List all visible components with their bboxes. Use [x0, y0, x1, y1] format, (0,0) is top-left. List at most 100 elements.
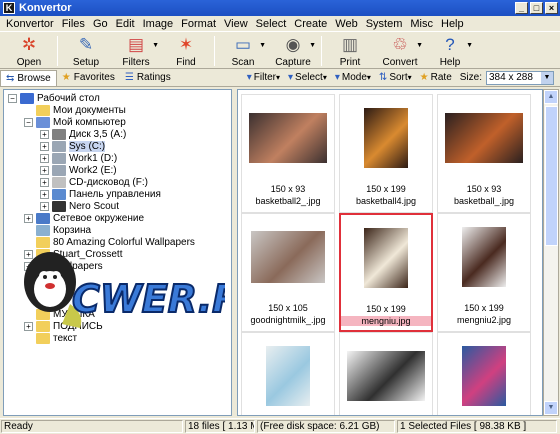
tree-node-label: Sys (C:) [69, 141, 106, 152]
thumbnail-filename: goodnightmilk_.jpg [250, 315, 326, 325]
thumbnail[interactable] [339, 332, 433, 415]
toolbar-convert-button[interactable]: ♲ Convert ▼ [375, 32, 425, 69]
toolbar-filters-button[interactable]: ▤ Filters ▼ [111, 32, 161, 69]
expand-icon[interactable]: + [24, 322, 33, 331]
menu-item-system[interactable]: System [362, 18, 407, 30]
scroll-thumb[interactable] [545, 106, 558, 246]
status-bar: Ready 18 files [ 1.13 MB ] (Free disk sp… [0, 418, 560, 434]
menu-item-format[interactable]: Format [177, 18, 220, 30]
drive-icon [52, 153, 66, 164]
menu-item-go[interactable]: Go [89, 18, 112, 30]
tree-node-label: 80 Amazing Colorful Wallpapers [53, 237, 195, 248]
thumbnail[interactable]: 150 x 199 mengniu2.jpg [437, 213, 531, 332]
thumbnail[interactable]: 150 x 199 mengniu.jpg [339, 213, 433, 332]
tab-browse[interactable]: ⇆ Browse [0, 69, 57, 86]
filter-icon: ▾ [246, 72, 252, 83]
menu-item-misc[interactable]: Misc [406, 18, 437, 30]
menu-item-help[interactable]: Help [437, 18, 468, 30]
thumbnail-image-area [340, 333, 432, 415]
tree-node-label: Wallpapers [53, 261, 103, 272]
thumbnail-image-area [341, 215, 431, 300]
scroll-down-arrow-icon[interactable]: ▼ [544, 401, 558, 415]
thumbnail-grid[interactable]: 150 x 93 basketball2_.jpg 150 x 199 basketb… [237, 89, 543, 416]
toolbar-capture-button[interactable]: ◉ Capture ▼ [268, 32, 318, 69]
chevron-down-icon[interactable]: ▼ [541, 71, 553, 84]
chevron-down-icon[interactable]: ▾ [408, 73, 412, 82]
chevron-down-icon[interactable]: ▼ [259, 42, 266, 49]
size-select[interactable]: 384 x 288 ▼ [486, 70, 554, 85]
collapse-icon[interactable]: − [24, 118, 33, 127]
menu-item-select[interactable]: Select [252, 18, 291, 30]
thumbnail[interactable]: 150 x 105 goodnightmilk_.jpg [241, 213, 335, 332]
toolbar-print-button[interactable]: ▥ Print [325, 32, 375, 69]
folder-icon [36, 105, 50, 116]
button-label: Mode [341, 72, 367, 83]
tab-favorites[interactable]: ★ Favorites [57, 70, 120, 86]
chevron-down-icon[interactable]: ▾ [323, 73, 327, 82]
toolbar-setup-button[interactable]: ✎ Setup [61, 32, 111, 69]
camera-icon: ◉ [285, 35, 301, 54]
close-button[interactable]: × [545, 2, 558, 14]
status-selected: 1 Selected Files [ 98.38 KB ] [397, 420, 557, 433]
maximize-button[interactable]: □ [530, 2, 543, 14]
scanner-icon: ▭ [234, 35, 252, 54]
menu-item-edit[interactable]: Edit [112, 18, 139, 30]
tab-ratings[interactable]: ☰ Ratings [120, 70, 176, 86]
expand-icon[interactable]: + [24, 262, 33, 271]
thumbnail[interactable]: 150 x 93 basketball2_.jpg [241, 94, 335, 213]
collapse-icon[interactable]: − [8, 94, 17, 103]
expand-icon[interactable]: + [40, 178, 49, 187]
chevron-down-icon[interactable]: ▼ [416, 42, 423, 49]
folder-tree[interactable]: − Рабочий стол Мои документы − Мой компьютер… [3, 89, 232, 416]
rate-icon: ★ [419, 72, 429, 83]
select-button[interactable]: ▾ Select ▾ [284, 72, 331, 83]
thumbnail-image [266, 345, 310, 406]
sort-icon: ⇅ [378, 72, 388, 83]
chevron-down-icon[interactable]: ▼ [152, 42, 159, 49]
toolbar-open-button[interactable]: ✲ Open [4, 32, 54, 69]
folder-icon [36, 285, 50, 296]
menu-bar: Konvertor Files Go Edit Image Format View Selec… [0, 16, 560, 31]
tab-label: Browse [17, 72, 51, 84]
toolbar-find-button[interactable]: ✶ Find [161, 32, 211, 69]
sort-button[interactable]: ⇅ Sort ▾ [375, 72, 416, 83]
find-icon: ✶ [178, 35, 194, 54]
thumbnail-dimensions: 150 x 199 [366, 304, 406, 314]
expand-icon[interactable]: + [24, 250, 33, 259]
rate-button[interactable]: ★ Rate [416, 72, 456, 83]
menu-item-create[interactable]: Create [290, 18, 331, 30]
tree-node[interactable]: текст [24, 332, 77, 345]
chevron-down-icon[interactable]: ▼ [309, 42, 316, 49]
mode-button[interactable]: ▾ Mode ▾ [331, 72, 375, 83]
thumbnail[interactable] [241, 332, 335, 415]
expand-icon[interactable]: + [40, 130, 49, 139]
menu-item-image[interactable]: Image [139, 18, 178, 30]
toolbar-label: Setup [72, 57, 100, 68]
chevron-down-icon[interactable]: ▾ [367, 73, 371, 82]
vertical-scrollbar[interactable]: ▲ ▼ [543, 89, 559, 416]
filter-button[interactable]: ▾ Filter ▾ [243, 72, 284, 83]
toolbar-scan-button[interactable]: ▭ Scan ▼ [218, 32, 268, 69]
menu-item-web[interactable]: Web [331, 18, 361, 30]
expand-icon[interactable]: + [24, 214, 33, 223]
thumbnail-image [462, 345, 506, 406]
folder-icon [36, 297, 50, 308]
toolbar-help-button[interactable]: ? Help ▼ [425, 32, 475, 69]
thumbnail[interactable]: 150 x 93 basketball_.jpg [437, 94, 531, 213]
minimize-button[interactable]: _ [515, 2, 528, 14]
chevron-down-icon[interactable]: ▾ [276, 73, 280, 82]
expand-icon[interactable]: + [40, 166, 49, 175]
menu-item-files[interactable]: Files [58, 18, 89, 30]
chevron-down-icon[interactable]: ▼ [466, 42, 473, 49]
menu-item-view[interactable]: View [220, 18, 252, 30]
thumbnail[interactable] [437, 332, 531, 415]
expand-icon[interactable]: + [40, 154, 49, 163]
tree-node-label: Work2 (E:) [69, 165, 117, 176]
menu-item-konvertor[interactable]: Konvertor [2, 18, 58, 30]
thumbnail[interactable]: 150 x 199 basketball4.jpg [339, 94, 433, 213]
expand-icon[interactable]: + [40, 190, 49, 199]
toolbar-label: Convert [382, 57, 418, 68]
expand-icon[interactable]: + [40, 202, 49, 211]
expand-icon[interactable]: + [40, 142, 49, 151]
scroll-up-arrow-icon[interactable]: ▲ [544, 90, 558, 104]
